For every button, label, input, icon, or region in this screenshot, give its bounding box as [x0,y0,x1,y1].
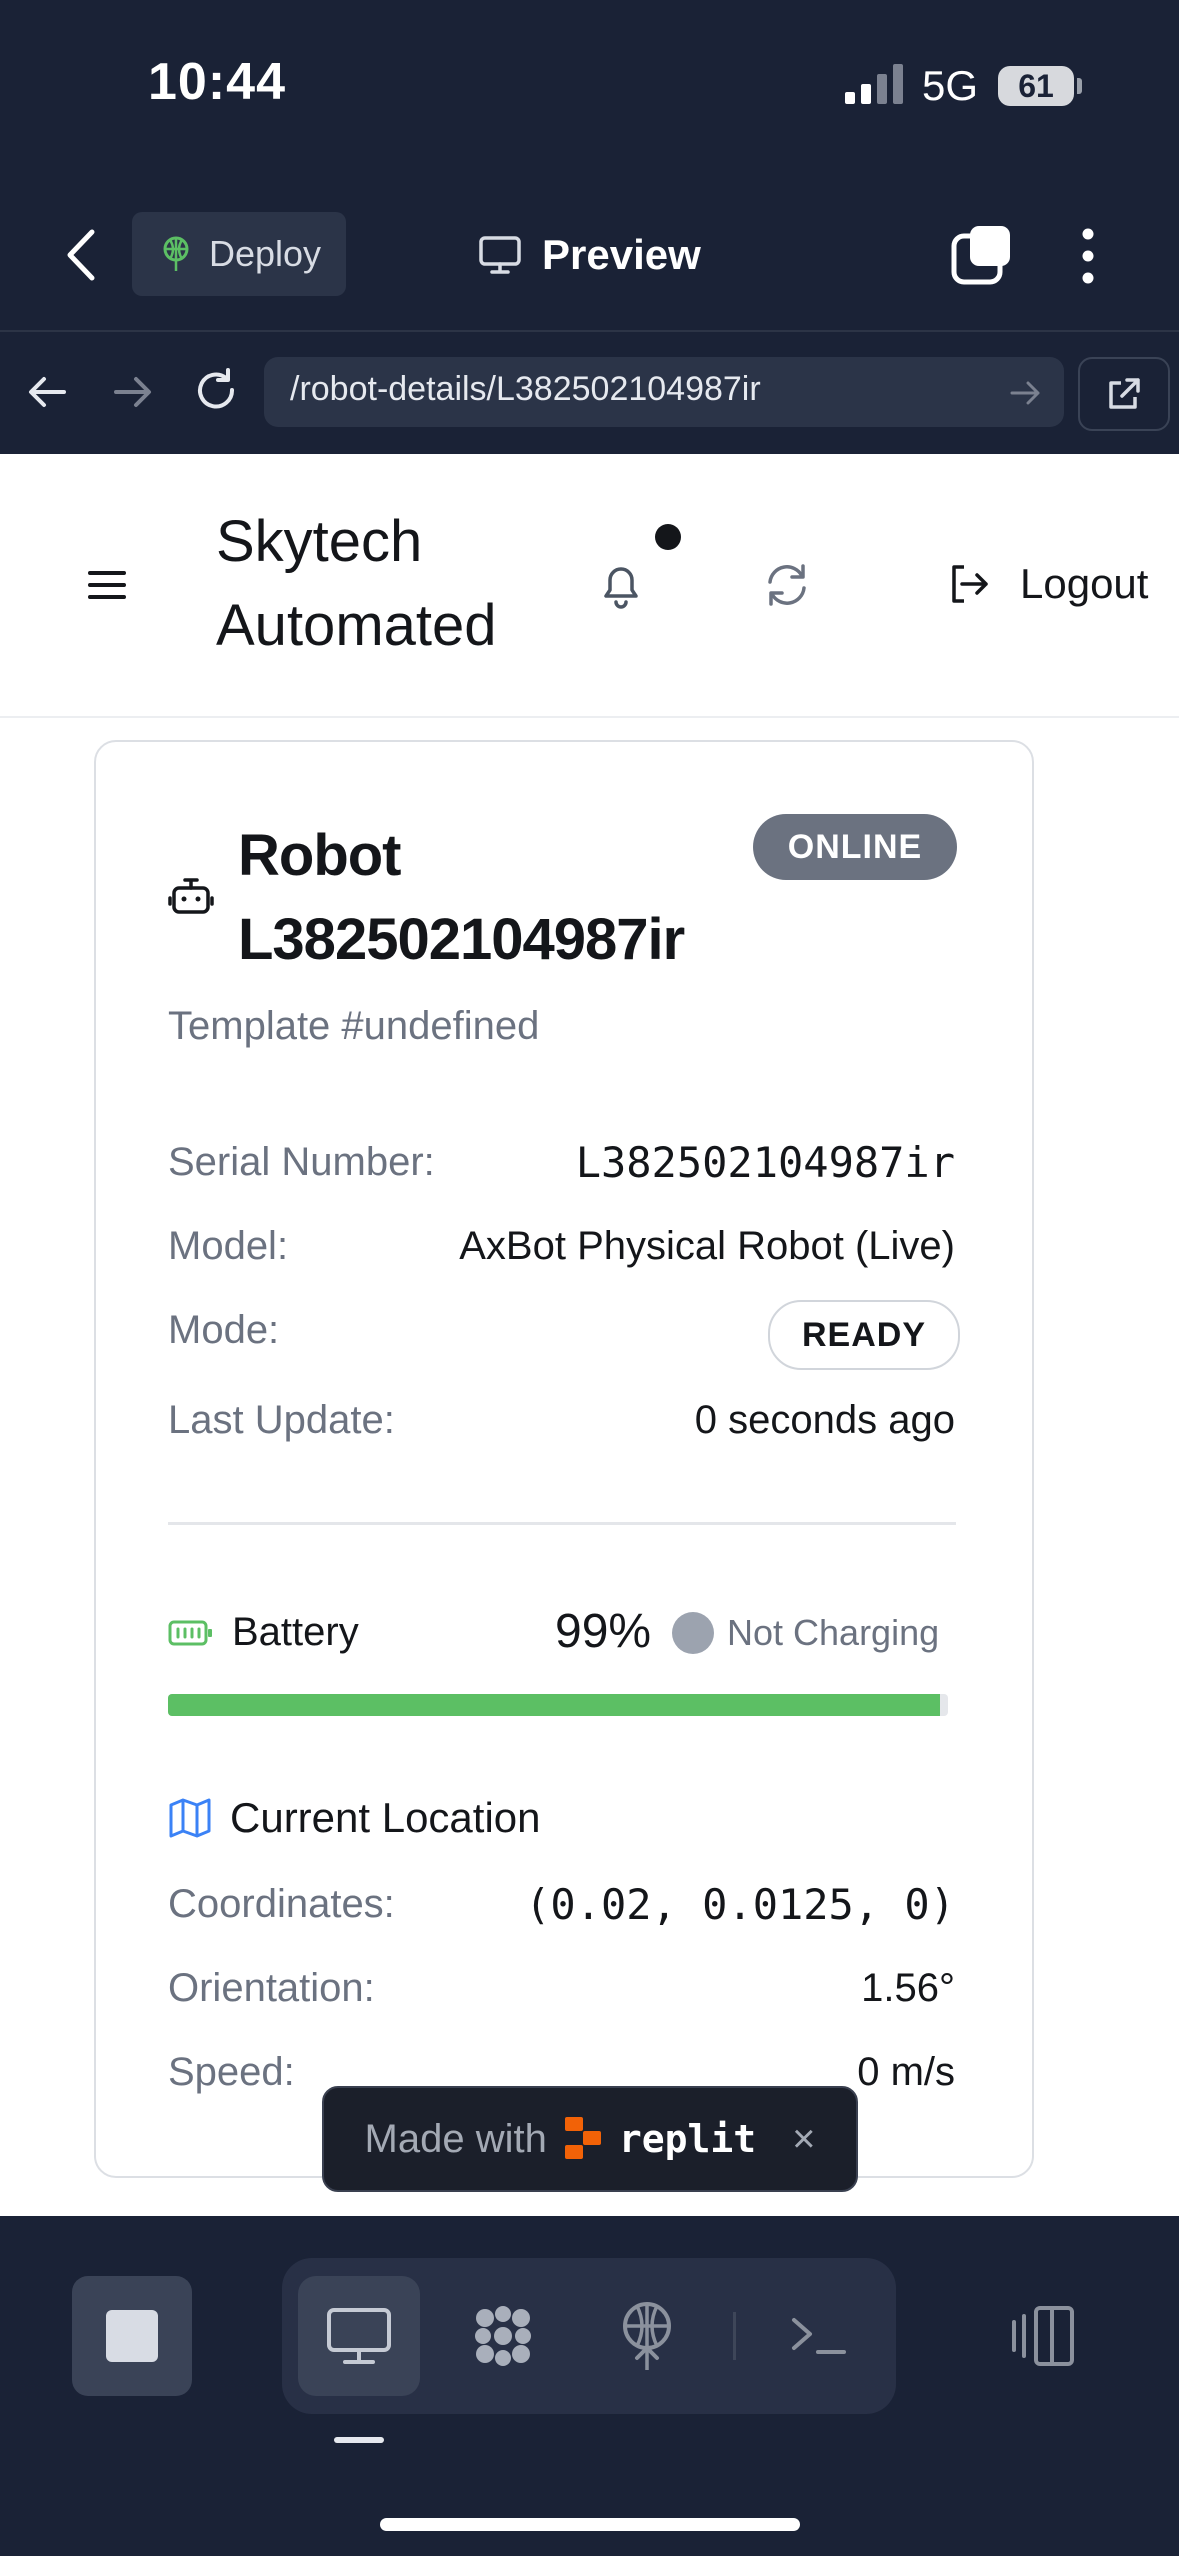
coordinates-value: (0.02, 0.0125, 0) [525,1880,955,1929]
hamburger-menu-icon[interactable] [86,564,128,606]
preview-label: Preview [542,231,701,278]
model-label: Model: [168,1224,289,1268]
replit-logo-icon [564,2117,601,2159]
orientation-value: 1.56° [861,1966,955,2010]
stop-icon [106,2310,158,2362]
browser-back-icon[interactable] [22,366,74,418]
panel-layout-icon[interactable] [1006,2296,1086,2376]
deploy-icon [163,236,189,271]
preview-monitor-icon[interactable] [319,2296,399,2376]
status-time: 10:44 [148,53,286,111]
notification-bell-icon[interactable] [596,558,646,612]
robot-icon [168,878,214,914]
battery-icon [168,1620,212,1645]
robot-title-line-1: Robot [238,823,402,888]
serial-number-value: L382502104987ir [575,1138,955,1187]
browser-forward-icon[interactable] [106,366,158,418]
location-title: Current Location [230,1794,541,1841]
made-with-replit-badge[interactable]: Made with replit × [322,2086,858,2192]
section-divider [168,1522,956,1525]
deploy-globe-icon[interactable] [607,2296,687,2376]
brand-name: Skytech Automated [216,500,497,668]
close-badge-icon[interactable]: × [792,2117,815,2162]
coordinates-label: Coordinates: [168,1882,395,1926]
status-badge: ONLINE [753,814,957,880]
external-link-icon [1109,378,1140,409]
battery-indicator: 61 [998,66,1074,106]
agent-icon[interactable] [463,2296,543,2376]
mode-label: Mode: [168,1308,280,1352]
deploy-label: Deploy [208,233,322,274]
location-heading: Current Location [168,1794,541,1842]
logout-button[interactable]: Logout [948,548,1148,620]
battery-heading: Battery [168,1610,359,1655]
shell-icon[interactable] [780,2296,860,2376]
monitor-icon [479,236,521,274]
replit-brand: replit [618,2117,757,2161]
last-update-label: Last Update: [168,1398,395,1442]
network-type: 5G [922,62,979,109]
battery-progress-fill [168,1694,941,1716]
toolbar-separator [733,2312,736,2360]
charging-status-dot [672,1612,714,1654]
more-options-icon[interactable] [1070,224,1106,288]
open-external-button[interactable] [1078,357,1170,431]
brand-line-2: Automated [216,593,497,658]
orientation-label: Orientation: [168,1966,375,2010]
speed-value: 0 m/s [857,2050,955,2094]
brand-line-1: Skytech [216,509,423,574]
robot-title: Robot L382502104987ir [238,814,685,982]
battery-nub [1077,78,1082,94]
mode-badge: READY [768,1300,960,1370]
battery-progress-bar [168,1694,948,1716]
map-icon [169,1798,211,1838]
model-value: AxBot Physical Robot (Live) [459,1224,955,1268]
battery-label: Battery [232,1610,359,1654]
reload-icon[interactable] [190,366,242,418]
made-with-text: Made with [364,2116,547,2161]
tabs-icon[interactable] [950,224,1014,288]
speed-label: Speed: [168,2050,295,2094]
robot-title-line-2: L382502104987ir [238,907,685,972]
template-label: Template #undefined [168,1004,540,1048]
back-chevron-icon[interactable] [60,222,104,288]
logout-label: Logout [1020,560,1149,607]
logout-icon [952,565,988,603]
home-indicator [380,2518,800,2531]
serial-number-label: Serial Number: [168,1140,435,1184]
notification-dot [655,524,681,550]
deploy-button[interactable]: Deploy [132,212,346,296]
battery-percent: 99% [555,1605,652,1658]
last-update-value: 0 seconds ago [694,1398,955,1442]
active-tab-indicator [334,2437,384,2443]
stop-button[interactable] [72,2276,192,2396]
charging-status: Not Charging [727,1612,940,1653]
go-arrow-icon[interactable] [1006,376,1046,410]
url-text: /robot-details/L382502104987ir [290,370,761,408]
preview-tab[interactable]: Preview [478,222,701,288]
refresh-icon[interactable] [762,560,812,610]
cellular-signal-icon [845,64,903,104]
